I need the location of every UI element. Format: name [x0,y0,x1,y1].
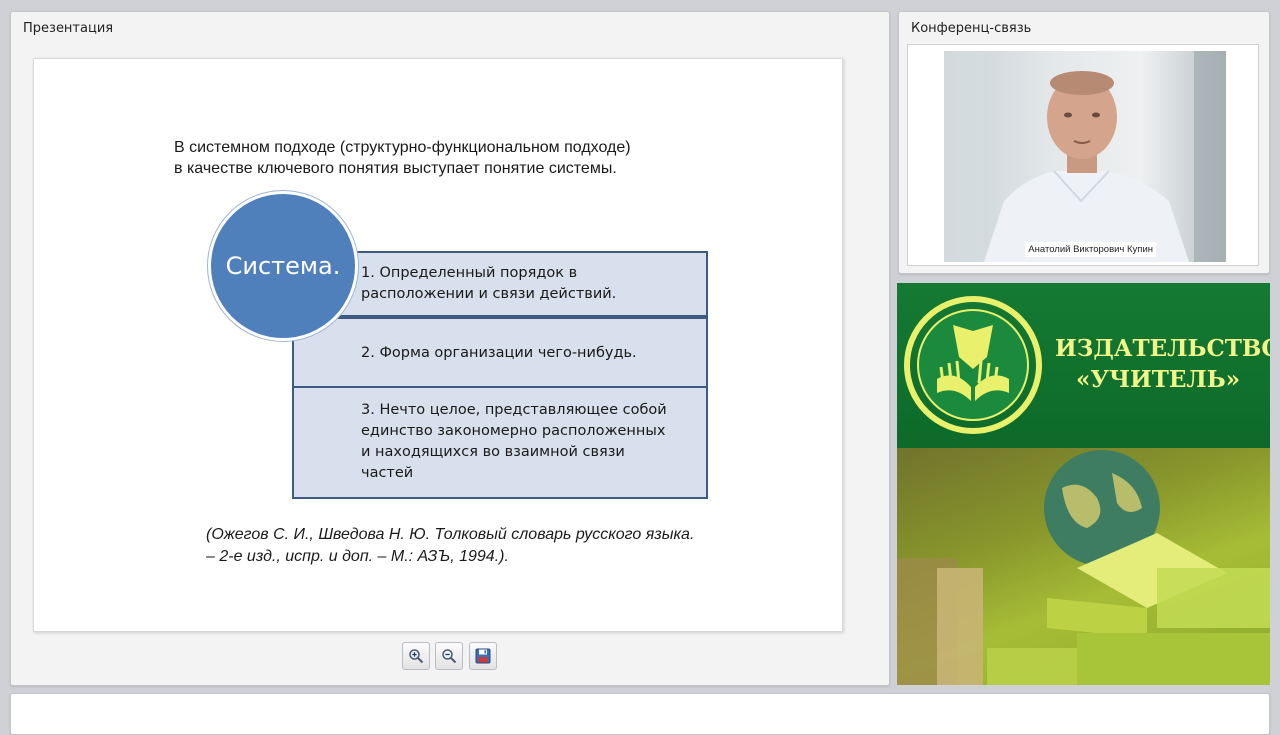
definition-3-line-2: единство закономерно расположенных [361,423,666,439]
zoom-in-button[interactable] [402,642,430,670]
speaker-video: Анатолий Викторович Купин [944,51,1226,262]
slide-intro-line-2: в качестве ключевого понятия выступает п… [174,160,617,177]
publisher-banner-image [897,448,1270,685]
publisher-banner-header: ИЗДАТЕЛЬСТВО «УЧИТЕЛЬ» [897,283,1270,448]
presentation-slide: В системном подходе (структурно-функцион… [33,58,843,632]
floppy-disk-icon [475,648,491,664]
slide-citation: (Ожегов С. И., Шведова Н. Ю. Толковый сл… [206,524,694,568]
save-button[interactable] [469,642,497,670]
presentation-panel-title: Презентация [23,21,114,36]
zoom-out-button[interactable] [435,642,463,670]
publisher-logo [904,296,1042,434]
definition-1-line-1: 1. Определенный порядок в [361,265,578,281]
definition-box-3: 3. Нечто целое, представляющее собой еди… [292,386,708,499]
definition-2-line-1: 2. Форма организации чего-нибудь. [361,345,637,361]
zoom-in-icon [409,649,424,664]
definition-3-line-4: частей [361,465,414,481]
conference-panel-title: Конференц-связь [911,21,1032,36]
slide-intro-text: В системном подходе (структурно-функцион… [174,137,631,179]
publisher-name: ИЗДАТЕЛЬСТВО «УЧИТЕЛЬ» [1055,335,1270,393]
zoom-out-icon [442,649,457,664]
citation-line-2: – 2-е изд., испр. и доп. – М.: АЗЪ, 1994… [206,548,509,565]
definition-3-line-1: 3. Нечто целое, представляющее собой [361,402,667,418]
slide-intro-line-1: В системном подходе (структурно-функцион… [174,139,631,156]
definition-1-line-2: расположении и связи действий. [361,286,617,302]
video-frame: Анатолий Викторович Купин [907,44,1259,266]
bottom-panel [10,693,1270,735]
system-circle-label: Система. [225,252,341,280]
speaker-name-label: Анатолий Викторович Купин [1025,242,1156,257]
conference-panel: Конференц-связь Анатолий Викторович Купи… [898,11,1270,274]
presentation-panel: Презентация В системном подходе (структу… [10,11,890,686]
citation-line-1: (Ожегов С. И., Шведова Н. Ю. Толковый сл… [206,526,695,543]
definition-box-2: 2. Форма организации чего-нибудь. [292,317,708,388]
books-globe-illustration [897,448,1270,685]
system-circle: Система. [208,191,358,341]
definition-3-line-3: и находящихся во взаимной связи [361,444,625,460]
definition-box-1: 1. Определенный порядок в расположении и… [335,251,708,317]
publisher-banner[interactable]: ИЗДАТЕЛЬСТВО «УЧИТЕЛЬ» [897,283,1270,685]
speaker-silhouette [944,51,1226,262]
